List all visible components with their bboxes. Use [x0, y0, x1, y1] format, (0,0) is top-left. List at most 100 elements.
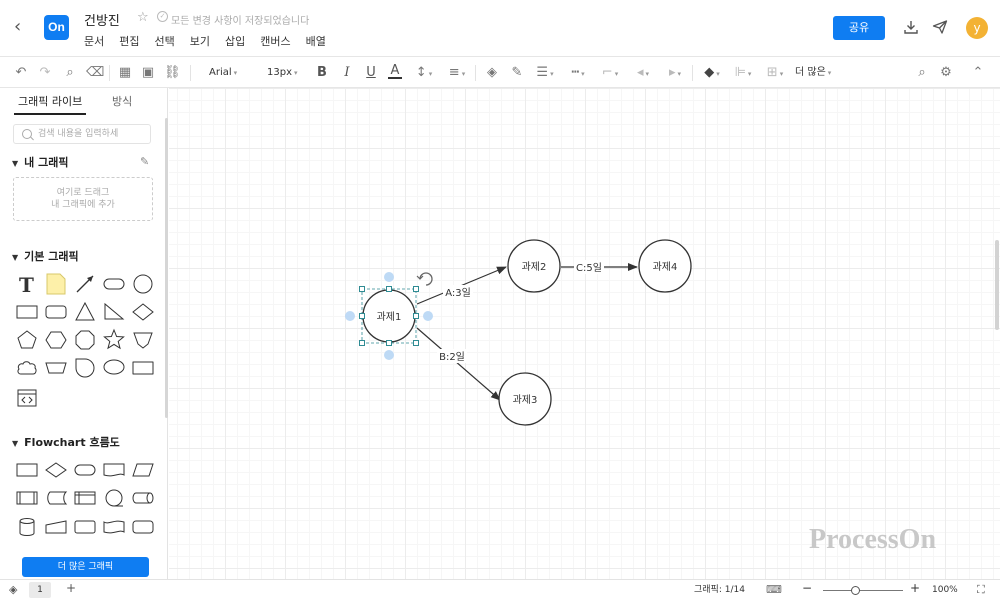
- hexagon-shape[interactable]: [44, 328, 68, 352]
- share-button[interactable]: 공유: [833, 16, 885, 40]
- end-arrow-icon[interactable]: ▸ ▾: [663, 64, 687, 82]
- terminator-shape[interactable]: [73, 458, 97, 482]
- zoom-slider[interactable]: [823, 590, 903, 591]
- add-page-icon[interactable]: +: [66, 581, 76, 595]
- edge-label-b[interactable]: B:2일: [439, 351, 465, 363]
- data-shape[interactable]: [131, 458, 155, 482]
- italic-icon[interactable]: I: [340, 64, 354, 82]
- punched-tape-shape[interactable]: [102, 515, 126, 539]
- database-shape[interactable]: [15, 515, 39, 539]
- arrow-line-shape[interactable]: [73, 272, 97, 296]
- right-triangle-shape[interactable]: [102, 300, 126, 324]
- tab-graphics-library[interactable]: 그래픽 라이브: [18, 93, 82, 109]
- document-shape[interactable]: [102, 458, 126, 482]
- folded-corner-shape[interactable]: [131, 356, 155, 380]
- star-shape[interactable]: [102, 328, 126, 352]
- document-title[interactable]: 건방진: [84, 10, 120, 29]
- canvas-scrollbar[interactable]: [995, 240, 999, 330]
- image-icon[interactable]: ▣: [140, 64, 156, 82]
- distribute-icon[interactable]: ⊞ ▾: [763, 64, 787, 82]
- align-icon[interactable]: ≡ ▾: [445, 64, 469, 82]
- basic-graphics-header[interactable]: ▼ 기본 그래픽: [12, 248, 79, 264]
- pentagon-shape[interactable]: [15, 328, 39, 352]
- cloud-shape[interactable]: [15, 356, 39, 380]
- menu-view[interactable]: 보기: [190, 33, 210, 49]
- fullscreen-icon[interactable]: ⛶: [977, 583, 985, 597]
- inverted-triangle-shape[interactable]: [131, 328, 155, 352]
- search-input[interactable]: [38, 127, 146, 141]
- trapezoid-shape[interactable]: [44, 356, 68, 380]
- clear-format-icon[interactable]: ⌫: [86, 64, 104, 82]
- download-icon[interactable]: [903, 19, 919, 35]
- circle-shape[interactable]: [131, 272, 155, 296]
- underline-icon[interactable]: U: [364, 64, 378, 82]
- more-options-button[interactable]: 더 많은 ▾: [795, 65, 831, 81]
- line-style-icon[interactable]: ┅ ▾: [566, 64, 590, 82]
- start-arrow-icon[interactable]: ◂ ▾: [631, 64, 655, 82]
- tab-style[interactable]: 방식: [112, 93, 132, 109]
- process-shape[interactable]: [15, 458, 39, 482]
- font-color-icon[interactable]: A: [388, 64, 402, 79]
- decision-shape[interactable]: [44, 458, 68, 482]
- font-family-select[interactable]: Arial ▾: [209, 65, 237, 81]
- redo-icon[interactable]: ↷: [37, 64, 53, 82]
- rounded-rectangle-shape[interactable]: [44, 300, 68, 324]
- menu-arrange[interactable]: 배열: [306, 33, 326, 49]
- sidebar-scrollbar[interactable]: [165, 118, 168, 418]
- zoom-out-icon[interactable]: −: [802, 581, 812, 595]
- text-shape[interactable]: T: [15, 272, 39, 297]
- font-size-select[interactable]: 13px ▾: [267, 65, 298, 81]
- tear-shape[interactable]: [73, 356, 97, 380]
- more-graphics-button[interactable]: 더 많은 그래픽: [22, 557, 149, 577]
- html-code-shape[interactable]: [15, 386, 39, 410]
- shortcuts-icon[interactable]: ⌨: [766, 583, 782, 597]
- my-graphics-drop-zone[interactable]: 여기로 드래그 내 그래픽에 추가: [13, 177, 153, 221]
- octagon-shape[interactable]: [73, 328, 97, 352]
- menu-edit[interactable]: 편집: [119, 33, 139, 49]
- line-color-icon[interactable]: ✎: [509, 64, 525, 82]
- sequential-data-shape[interactable]: [102, 486, 126, 510]
- rectangle-shape[interactable]: [15, 300, 39, 324]
- bold-icon[interactable]: B: [315, 64, 329, 82]
- layer-icon[interactable]: ◆ ▾: [700, 64, 724, 82]
- edge-task1-task3[interactable]: [416, 327, 501, 401]
- send-icon[interactable]: [932, 19, 948, 35]
- my-graphics-header[interactable]: ▼ 내 그래픽: [12, 154, 68, 170]
- note-shape[interactable]: [44, 272, 68, 296]
- display-shape[interactable]: [131, 515, 155, 539]
- edit-icon[interactable]: ✎: [140, 155, 149, 168]
- find-icon[interactable]: ⌕: [914, 64, 930, 82]
- predefined-process-shape[interactable]: [15, 486, 39, 510]
- menu-insert[interactable]: 삽입: [225, 33, 245, 49]
- format-painter-icon[interactable]: ⌕: [62, 64, 78, 82]
- rotate-handle-icon[interactable]: [419, 272, 433, 286]
- settings-icon[interactable]: ⚙: [938, 64, 954, 82]
- manual-input-shape[interactable]: [44, 515, 68, 539]
- line-weight-icon[interactable]: ☰ ▾: [533, 64, 557, 82]
- link-icon[interactable]: ⛓: [164, 64, 181, 82]
- callout-shape[interactable]: [102, 356, 126, 380]
- undo-icon[interactable]: ↶: [13, 64, 29, 82]
- pattern-icon[interactable]: ▦: [117, 64, 133, 82]
- layers-icon[interactable]: ◈: [9, 583, 17, 597]
- card-shape[interactable]: [73, 515, 97, 539]
- align-objects-icon[interactable]: ⊫ ▾: [731, 64, 755, 82]
- zoom-level[interactable]: 100%: [932, 583, 958, 597]
- menu-select[interactable]: 선택: [155, 33, 175, 49]
- menu-document[interactable]: 문서: [84, 33, 104, 49]
- triangle-shape[interactable]: [73, 300, 97, 324]
- fill-color-icon[interactable]: ◈: [484, 64, 500, 82]
- back-arrow-icon[interactable]: ‹: [14, 18, 30, 36]
- page-tab[interactable]: 1: [29, 582, 51, 598]
- rounded-rect-shape[interactable]: [102, 272, 126, 296]
- stored-data-shape[interactable]: [44, 486, 68, 510]
- edge-label-c[interactable]: C:5일: [576, 262, 602, 274]
- menu-canvas[interactable]: 캔버스: [260, 33, 290, 49]
- app-logo[interactable]: On: [44, 15, 69, 40]
- avatar[interactable]: y: [966, 17, 988, 39]
- edge-label-a[interactable]: A:3일: [445, 287, 471, 299]
- line-spacing-icon[interactable]: ↕ ▾: [412, 64, 436, 82]
- zoom-slider-handle[interactable]: [851, 586, 860, 595]
- flowchart-header[interactable]: ▼ Flowchart 흐름도: [12, 434, 120, 450]
- connector-type-icon[interactable]: ⌐ ▾: [598, 64, 622, 82]
